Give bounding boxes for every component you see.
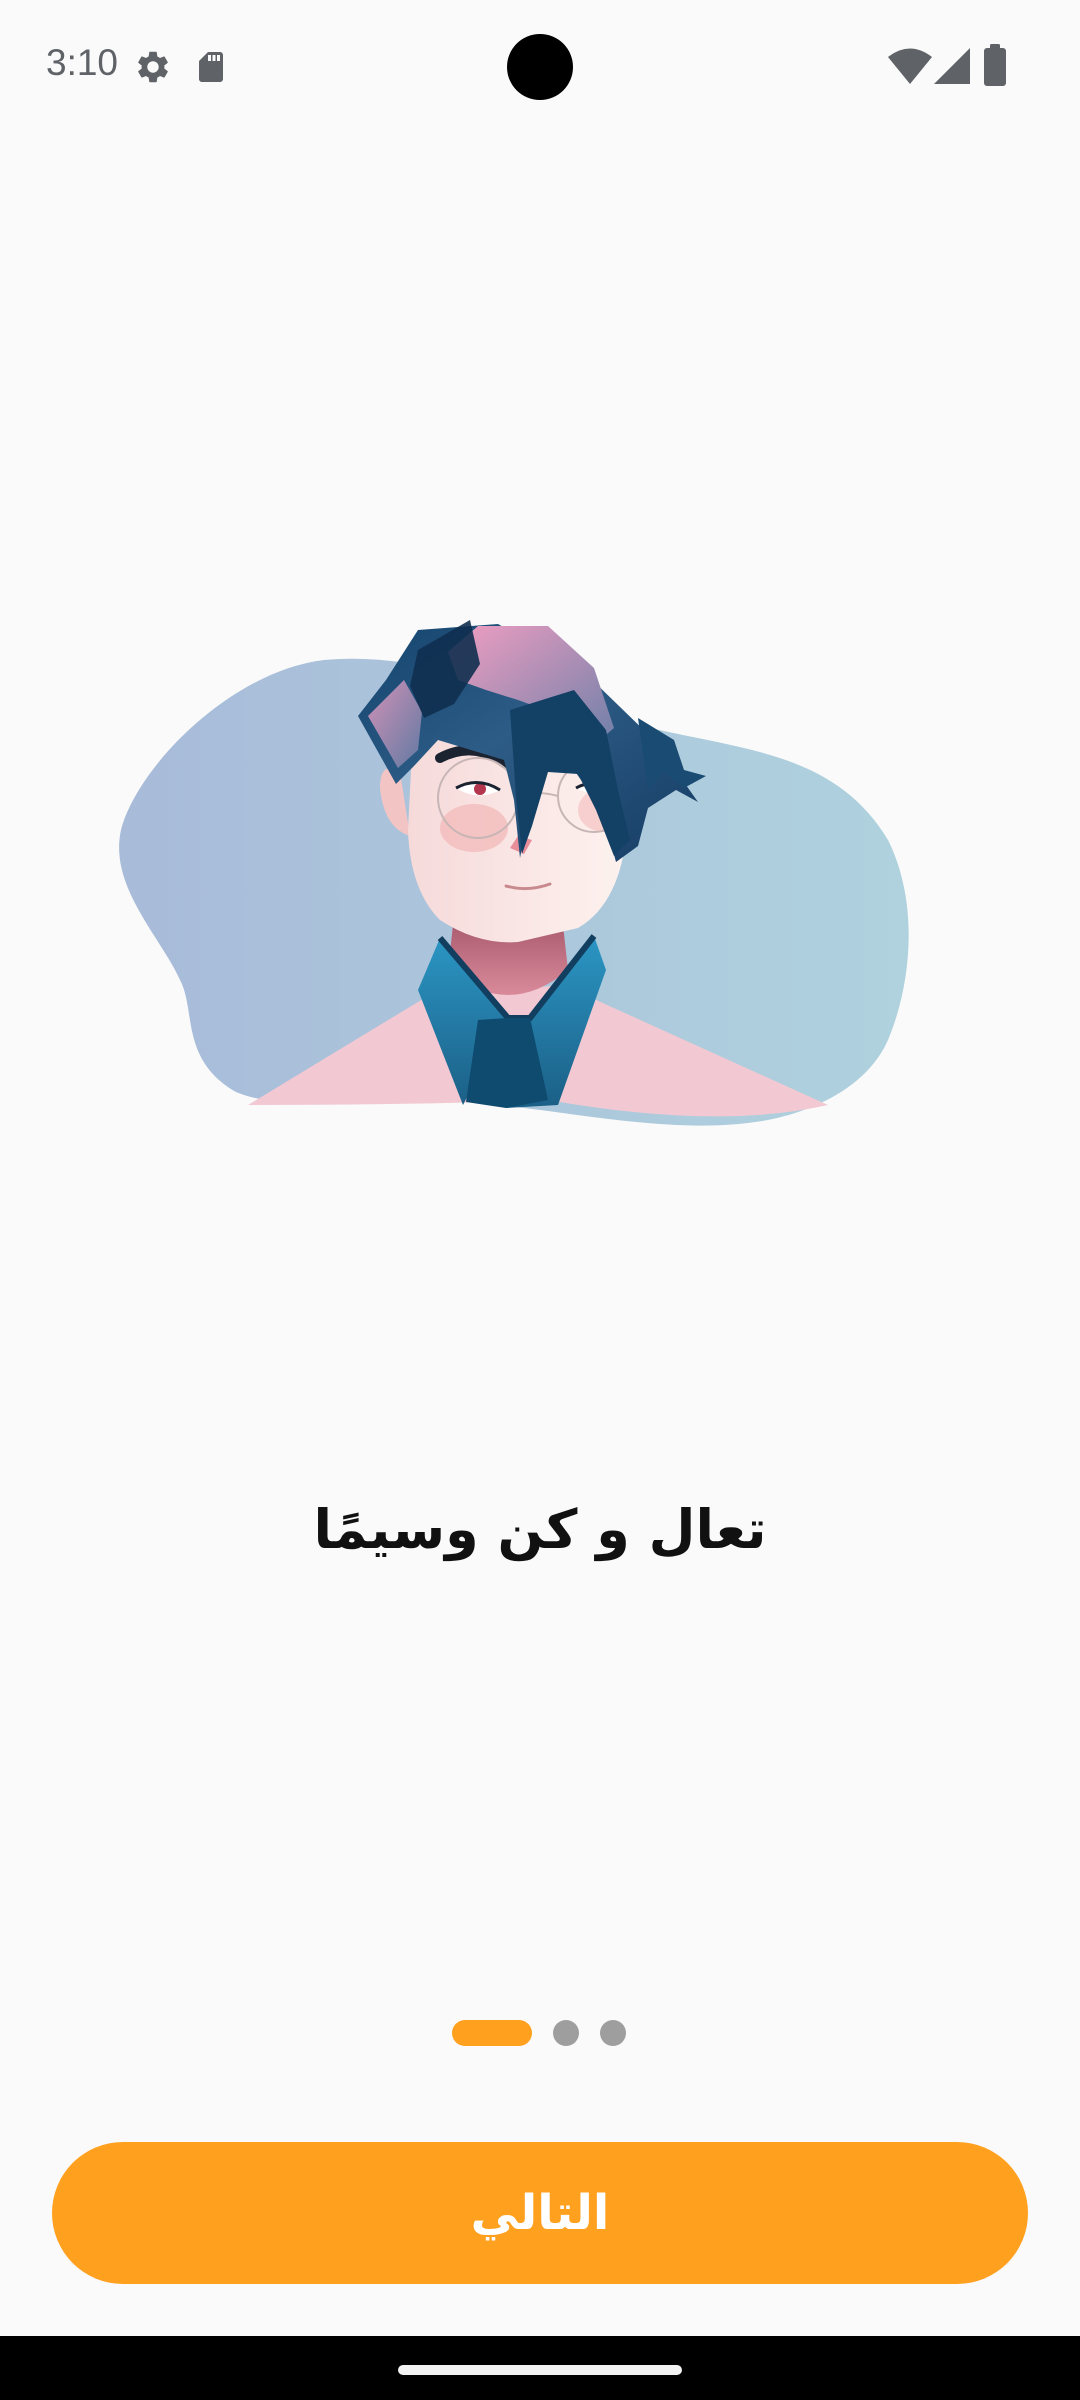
front-camera-cutout	[507, 34, 573, 100]
system-navigation-bar	[0, 2336, 1080, 2400]
status-bar: 3:10	[0, 0, 1080, 130]
gear-icon	[134, 48, 172, 86]
home-gesture-handle[interactable]	[398, 2365, 682, 2375]
page-indicator-dot	[600, 2020, 626, 2046]
sd-card-icon	[193, 48, 229, 86]
onboarding-illustration	[118, 540, 924, 1130]
next-button[interactable]: التالي	[52, 2142, 1028, 2284]
page-indicator-dot-active	[452, 2020, 532, 2046]
page-indicator	[0, 2020, 1080, 2048]
onboarding-headline: تعال و كن وسيمًا	[313, 1498, 767, 1561]
wifi-icon	[888, 46, 932, 86]
page-indicator-dot	[553, 2020, 579, 2046]
battery-icon	[984, 44, 1006, 86]
cellular-signal-icon	[934, 48, 970, 84]
status-time: 3:10	[46, 42, 119, 83]
